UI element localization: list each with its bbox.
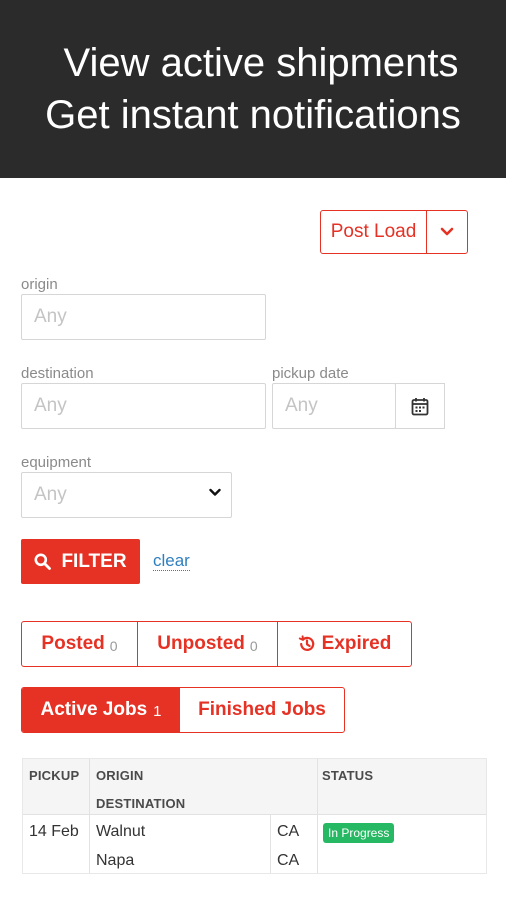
header-pickup: PICKUP [29, 768, 80, 783]
tab-posted-label: Posted [41, 633, 105, 654]
tab-active-jobs[interactable]: Active Jobs 1 [22, 688, 180, 732]
header-origin: ORIGIN [96, 768, 144, 783]
header-status: STATUS [322, 768, 374, 783]
tab-active-jobs-count: 1 [153, 702, 162, 720]
job-tabs: Active Jobs 1 Finished Jobs [21, 687, 345, 733]
destination-input[interactable]: Any [21, 383, 266, 429]
post-status-tabs: Posted 0 Unposted 0 Expired [21, 621, 412, 667]
equipment-label: equipment [21, 454, 92, 471]
origin-input[interactable]: Any [21, 294, 266, 340]
post-load-split-button: Post Load [320, 210, 468, 254]
post-load-dropdown-toggle[interactable] [427, 211, 467, 253]
cell-origin-state: CA [277, 823, 300, 840]
status-badge: In Progress [323, 823, 395, 843]
pickup-date-input[interactable]: Any [272, 383, 396, 429]
tab-unposted-label: Unposted [157, 633, 245, 654]
equipment-selected-value: Any [34, 484, 67, 505]
tab-posted-count: 0 [109, 637, 118, 654]
chevron-down-icon [440, 227, 454, 236]
chevron-down-icon [209, 488, 221, 496]
tab-expired[interactable]: Expired [278, 622, 411, 666]
cell-origin-city: Walnut [96, 823, 146, 840]
clear-filters-link[interactable]: clear [153, 551, 190, 571]
cell-destination-state: CA [277, 852, 300, 869]
cell-pickup-date: 14 Feb [29, 823, 79, 840]
header-destination: DESTINATION [96, 796, 186, 811]
tab-unposted[interactable]: Unposted 0 [138, 622, 278, 666]
tab-active-jobs-label: Active Jobs [40, 699, 148, 720]
filter-button[interactable]: FILTER [21, 539, 140, 584]
tab-posted[interactable]: Posted 0 [22, 622, 138, 666]
pickup-date-placeholder: Any [285, 395, 318, 416]
tab-finished-jobs[interactable]: Finished Jobs [180, 688, 344, 732]
tab-finished-jobs-label: Finished Jobs [198, 699, 326, 720]
destination-placeholder: Any [34, 395, 67, 416]
promo-banner: View active shipments Get instant notifi… [0, 0, 506, 178]
destination-label: destination [21, 365, 94, 382]
search-icon [34, 553, 52, 570]
origin-label: origin [21, 276, 58, 293]
banner-headline-2: Get instant notifications [45, 93, 461, 137]
cell-destination-city: Napa [96, 852, 135, 869]
tab-expired-label: Expired [321, 633, 392, 654]
history-icon [298, 635, 314, 651]
table-header: PICKUP ORIGIN DESTINATION STATUS [23, 759, 486, 815]
jobs-table: PICKUP ORIGIN DESTINATION STATUS 14 Feb … [22, 758, 487, 874]
equipment-select[interactable]: Any [21, 472, 232, 518]
calendar-icon [411, 397, 428, 415]
tab-unposted-count: 0 [249, 637, 258, 654]
banner-headline-1: View active shipments [63, 41, 459, 85]
pickup-date-calendar-button[interactable] [395, 383, 445, 429]
post-load-button[interactable]: Post Load [321, 211, 427, 253]
pickup-date-label: pickup date [272, 365, 349, 382]
filter-button-label: FILTER [61, 550, 127, 572]
origin-placeholder: Any [34, 306, 67, 327]
